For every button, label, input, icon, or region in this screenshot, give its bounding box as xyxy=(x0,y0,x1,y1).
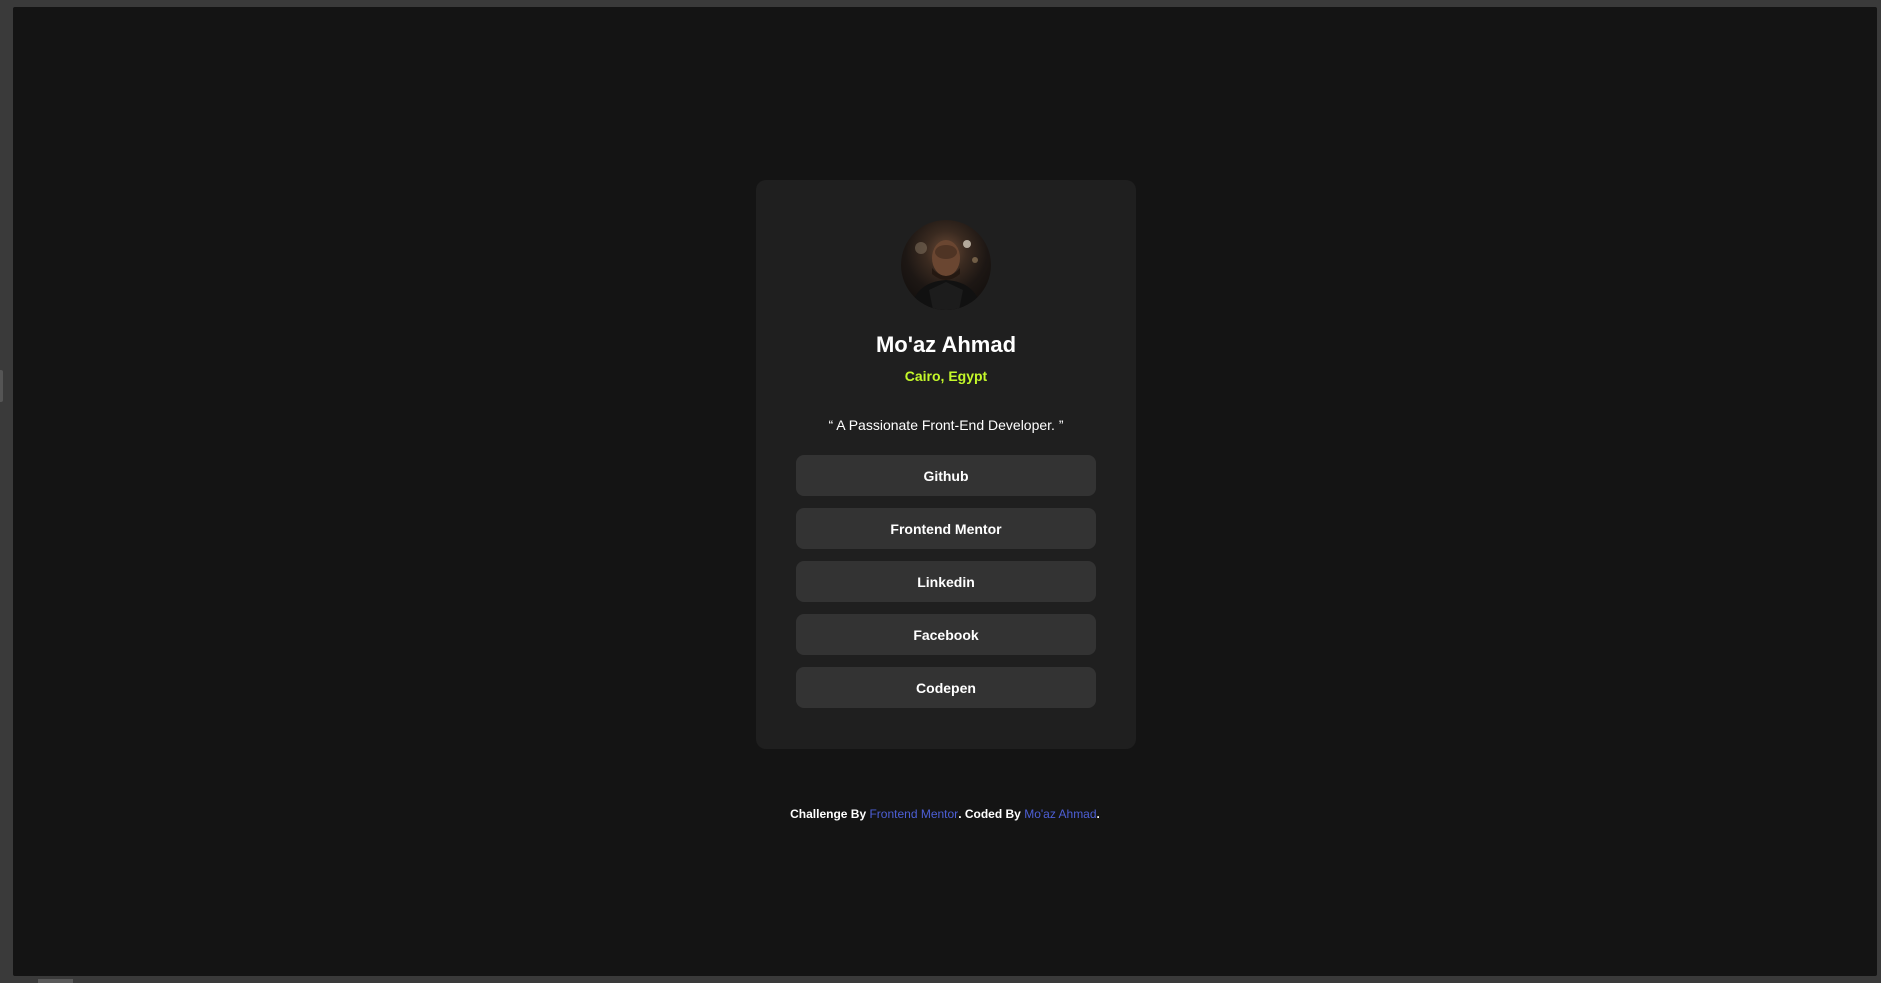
codepen-link-button[interactable]: Codepen xyxy=(796,667,1096,708)
linkedin-link-button[interactable]: Linkedin xyxy=(796,561,1096,602)
profile-location: Cairo, Egypt xyxy=(904,368,988,384)
avatar xyxy=(901,220,991,310)
profile-card: Mo'az Ahmad Cairo, Egypt “ A Passionate … xyxy=(756,180,1136,749)
page-viewport: Mo'az Ahmad Cairo, Egypt “ A Passionate … xyxy=(13,7,1877,976)
attribution-footer: Challenge By Frontend Mentor. Coded By M… xyxy=(13,806,1877,822)
frontend-mentor-footer-link[interactable]: Frontend Mentor xyxy=(869,807,958,821)
footer-challenge-text: Challenge By xyxy=(790,807,870,821)
window-bottom-tab xyxy=(38,979,73,983)
window-edge-tab xyxy=(0,370,3,402)
social-links: Github Frontend Mentor Linkedin Facebook… xyxy=(796,455,1096,708)
facebook-link-button[interactable]: Facebook xyxy=(796,614,1096,655)
frontend-mentor-link-button[interactable]: Frontend Mentor xyxy=(796,508,1096,549)
footer-suffix: . xyxy=(1096,807,1100,821)
profile-bio: “ A Passionate Front-End Developer. ” xyxy=(828,417,1064,433)
author-footer-link[interactable]: Mo'az Ahmad xyxy=(1024,807,1096,821)
profile-name: Mo'az Ahmad xyxy=(875,332,1017,357)
avatar-photo-icon xyxy=(911,240,981,310)
footer-coded-text: . Coded By xyxy=(958,807,1025,821)
github-link-button[interactable]: Github xyxy=(796,455,1096,496)
